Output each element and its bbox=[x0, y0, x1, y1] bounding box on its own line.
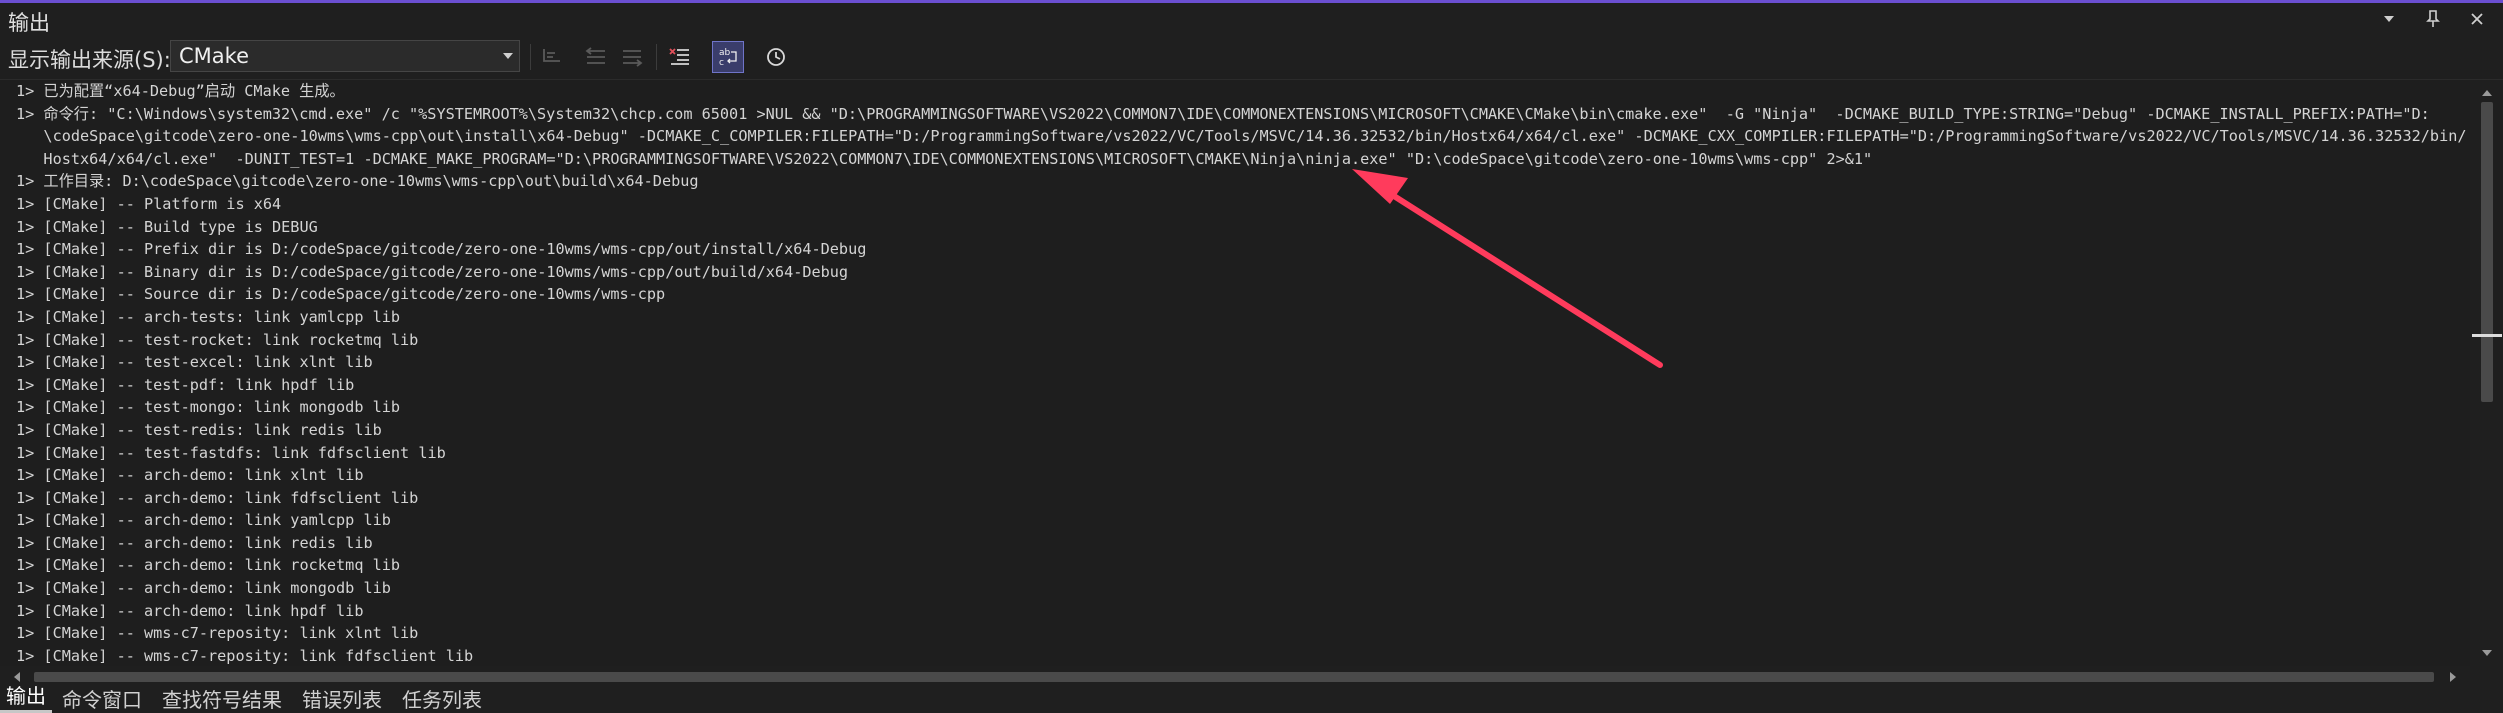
close-icon[interactable] bbox=[2465, 7, 2489, 31]
output-line: 1> [CMake] -- wms-c7-reposity: link fdfs… bbox=[16, 646, 474, 665]
scroll-right-icon[interactable] bbox=[2450, 672, 2456, 682]
output-source-label: 显示输出来源(S): bbox=[8, 48, 171, 72]
svg-text:c: c bbox=[719, 58, 724, 68]
output-line: 1> 已为配置“x64-Debug”启动 CMake 生成。 bbox=[16, 82, 345, 100]
output-pane[interactable]: 1> 已为配置“x64-Debug”启动 CMake 生成。 1> 命令行: "C… bbox=[0, 80, 2470, 666]
output-line: 1> [CMake] -- arch-demo: link yamlcpp li… bbox=[16, 511, 391, 530]
pin-icon[interactable] bbox=[2421, 7, 2445, 31]
output-lines: 1> 已为配置“x64-Debug”启动 CMake 生成。 1> 命令行: "C… bbox=[16, 80, 2467, 666]
next-message-icon[interactable] bbox=[616, 41, 648, 73]
timestamp-icon[interactable] bbox=[760, 41, 792, 73]
toolbar-separator bbox=[656, 44, 657, 70]
vertical-scroll-thumb[interactable] bbox=[2481, 102, 2493, 402]
output-line: 1> 工作目录: D:\codeSpace\gitcode\zero-one-1… bbox=[16, 172, 699, 191]
tab-0[interactable]: 输出 bbox=[0, 685, 52, 713]
output-line: 1> [CMake] -- arch-demo: link xlnt lib bbox=[16, 466, 364, 485]
output-line: 1> [CMake] -- arch-demo: link fdfsclient… bbox=[16, 488, 419, 507]
chevron-down-icon bbox=[503, 53, 513, 59]
output-line: 1> [CMake] -- test-rocket: link rocketmq… bbox=[16, 330, 419, 349]
window-title: 输出 bbox=[8, 11, 50, 35]
output-source-select[interactable]: CMake bbox=[170, 40, 520, 72]
output-line: 1> [CMake] -- test-redis: link redis lib bbox=[16, 420, 382, 439]
dropdown-icon[interactable] bbox=[2377, 7, 2401, 31]
scroll-down-icon[interactable] bbox=[2482, 650, 2492, 656]
tab-4[interactable]: 任务列表 bbox=[392, 688, 492, 713]
tab-3[interactable]: 错误列表 bbox=[292, 688, 392, 713]
scroll-left-icon[interactable] bbox=[14, 672, 20, 682]
bottom-tab-bar: 输出 命令窗口 查找符号结果 错误列表 任务列表 bbox=[0, 685, 2503, 713]
tab-2[interactable]: 查找符号结果 bbox=[152, 688, 292, 713]
output-line: 1> [CMake] -- Build type is DEBUG bbox=[16, 217, 318, 236]
output-line: 1> [CMake] -- arch-demo: link redis lib bbox=[16, 533, 373, 552]
toolbar-separator bbox=[530, 44, 531, 70]
output-line: 1> [CMake] -- Prefix dir is D:/codeSpace… bbox=[16, 240, 867, 259]
word-wrap-icon[interactable]: ab c bbox=[712, 41, 744, 73]
output-line: 1> [CMake] -- Platform is x64 bbox=[16, 194, 282, 213]
output-line: 1> [CMake] -- wms-c7-reposity: link xlnt… bbox=[16, 624, 419, 643]
title-bar: 输出 bbox=[0, 3, 2503, 35]
output-line: 1> [CMake] -- arch-demo: link hpdf lib bbox=[16, 601, 364, 620]
output-line: 1> [CMake] -- arch-tests: link yamlcpp l… bbox=[16, 307, 401, 326]
output-line: 1> [CMake] -- Source dir is D:/codeSpace… bbox=[16, 285, 666, 304]
output-toolbar: 显示输出来源(S): CMake ab c bbox=[0, 35, 2503, 80]
output-line: 1> [CMake] -- test-excel: link xlnt lib bbox=[16, 353, 373, 372]
tab-1[interactable]: 命令窗口 bbox=[52, 688, 152, 713]
output-line: 1> 命令行: "C:\Windows\system32\cmd.exe" /c… bbox=[16, 104, 2430, 123]
output-line: 1> [CMake] -- arch-demo: link mongodb li… bbox=[16, 579, 391, 598]
output-line: 1> [CMake] -- test-pdf: link hpdf lib bbox=[16, 375, 355, 394]
output-line: Hostx64/x64/cl.exe" -DUNIT_TEST=1 -DCMAK… bbox=[16, 149, 1873, 168]
output-line: 1> [CMake] -- Binary dir is D:/codeSpace… bbox=[16, 262, 849, 281]
output-window: 输出 显示输出来源(S): CMake ab c 1> 已为配置“x64-Deb… bbox=[0, 0, 2503, 713]
horizontal-scrollbar[interactable] bbox=[0, 666, 2470, 688]
horizontal-scroll-thumb[interactable] bbox=[34, 672, 2434, 682]
scroll-up-icon[interactable] bbox=[2482, 90, 2492, 96]
output-source-value: CMake bbox=[179, 44, 249, 68]
svg-text:ab: ab bbox=[719, 48, 731, 58]
output-line: 1> [CMake] -- arch-demo: link rocketmq l… bbox=[16, 556, 401, 575]
output-line: 1> [CMake] -- test-mongo: link mongodb l… bbox=[16, 398, 401, 417]
vertical-scrollbar[interactable] bbox=[2470, 80, 2503, 666]
clear-all-icon[interactable] bbox=[664, 41, 696, 73]
prev-message-icon[interactable] bbox=[580, 41, 612, 73]
find-message-icon[interactable] bbox=[536, 41, 568, 73]
title-buttons bbox=[2377, 7, 2489, 31]
output-line: 1> [CMake] -- test-fastdfs: link fdfscli… bbox=[16, 443, 446, 462]
scroll-position-marker bbox=[2472, 334, 2502, 337]
output-line: \codeSpace\gitcode\zero-one-10wms\wms-cp… bbox=[16, 127, 2467, 146]
